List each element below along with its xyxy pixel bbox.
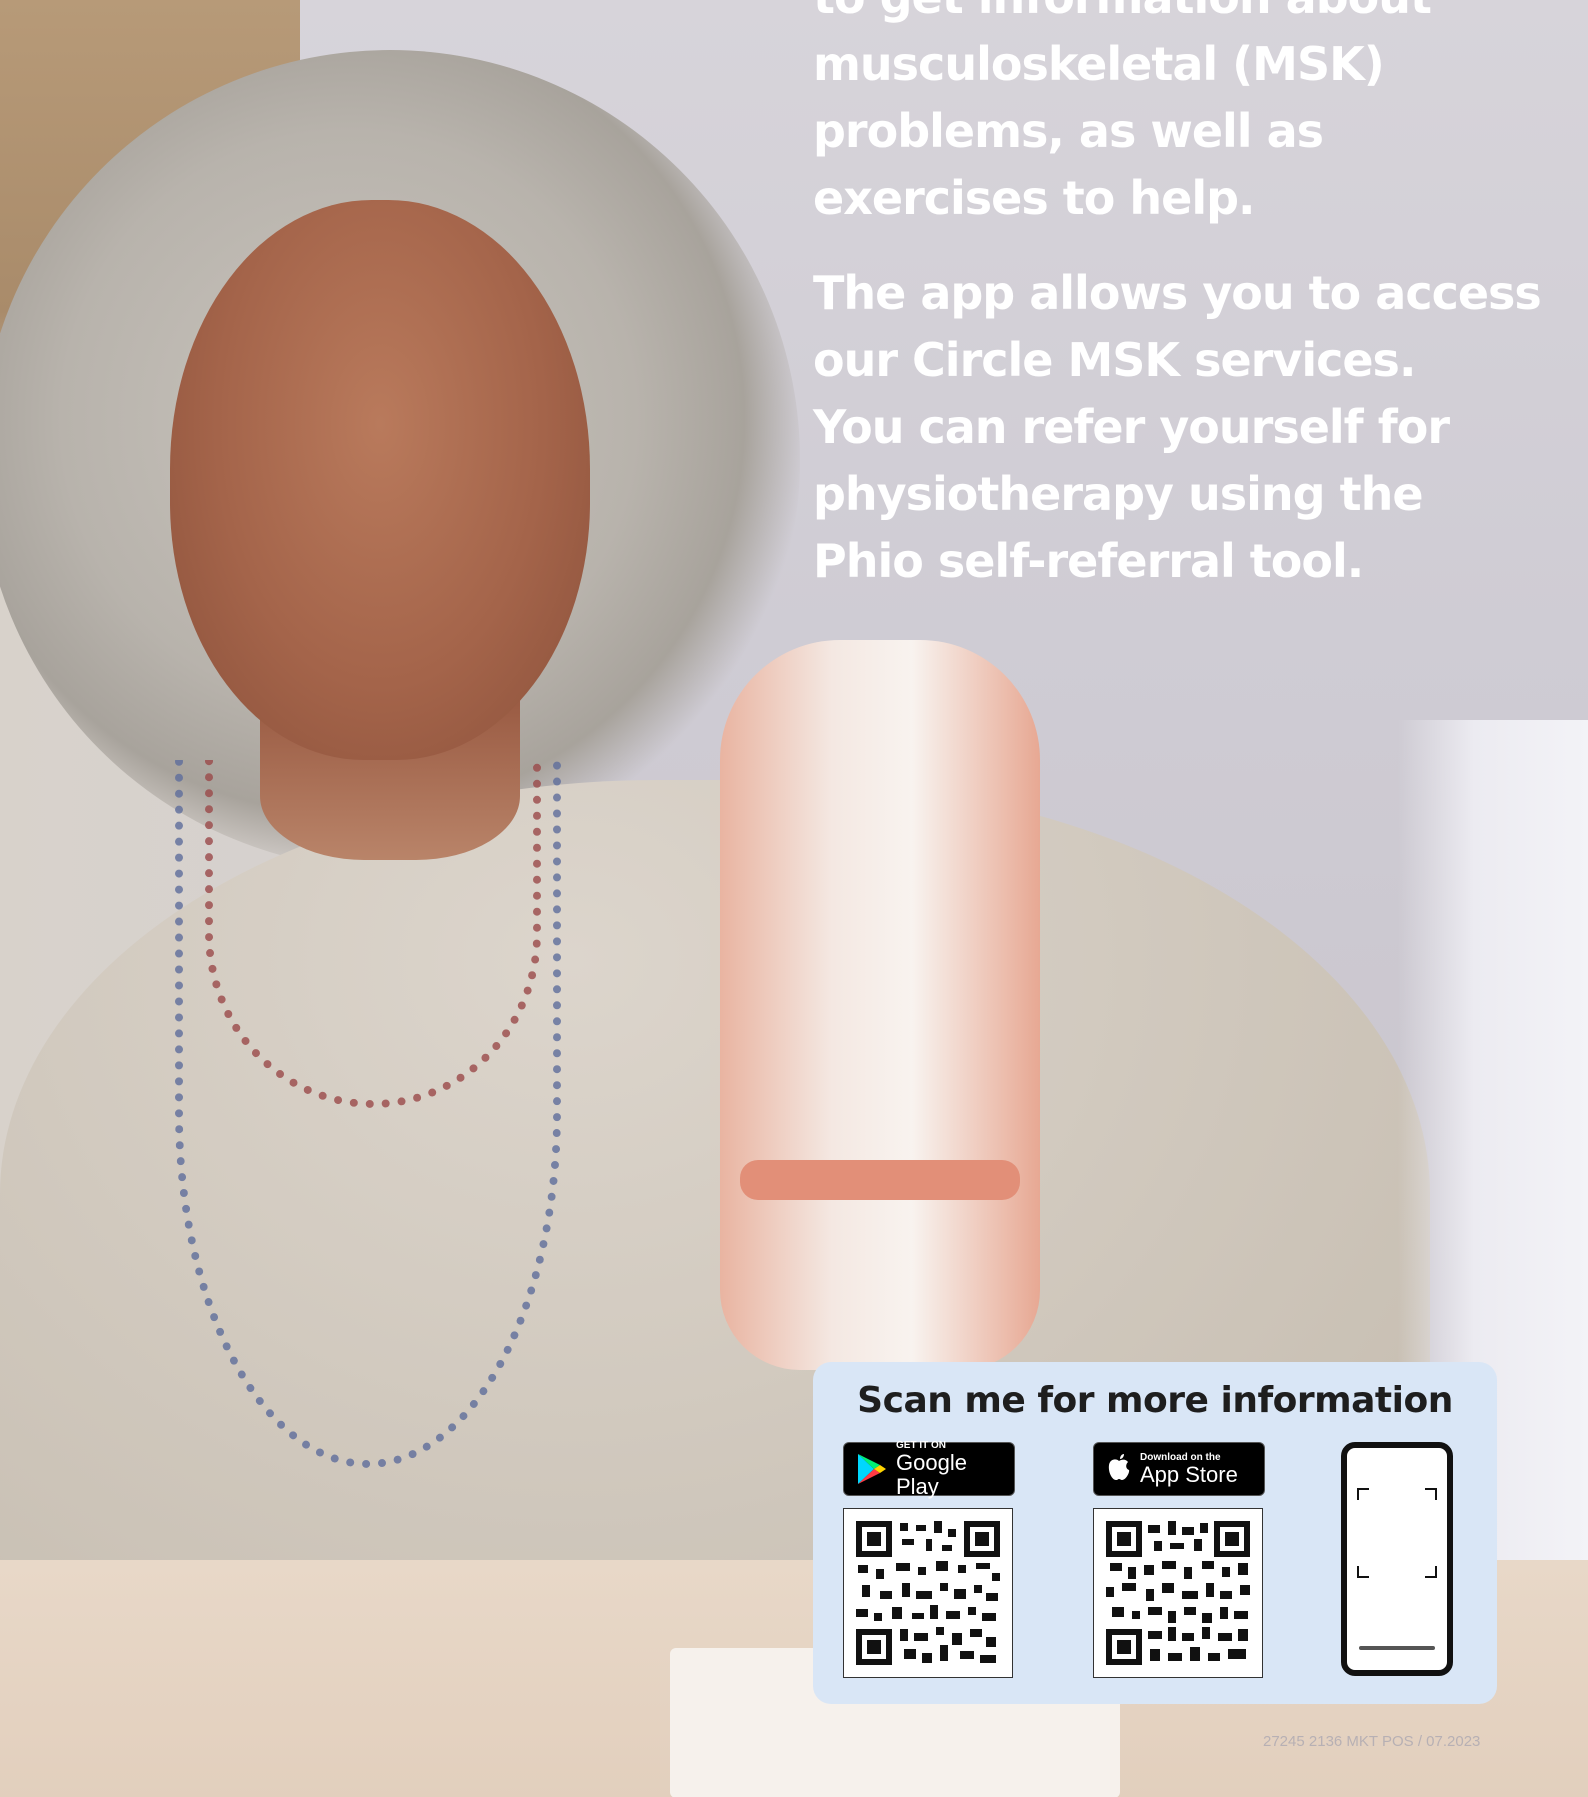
body-copy: to get information about musculoskeletal… bbox=[813, 0, 1553, 623]
google-play-icon bbox=[856, 1452, 888, 1491]
bead-necklace-short bbox=[205, 760, 541, 1108]
google-play-small: GET IT ON bbox=[896, 1439, 946, 1451]
scan-corner-icon bbox=[1357, 1488, 1369, 1500]
scan-corner-icon bbox=[1425, 1566, 1437, 1578]
app-store-small: Download on the bbox=[1140, 1451, 1221, 1463]
para2-line-2: our Circle MSK services. bbox=[813, 333, 1416, 387]
knee-model bbox=[720, 640, 1040, 1370]
para2-line-3: You can refer yourself for bbox=[813, 400, 1450, 454]
app-store-badge[interactable]: Download on the App Store bbox=[1093, 1442, 1265, 1496]
para1-line-1: to get information about bbox=[813, 0, 1432, 24]
phone-home-bar bbox=[1359, 1646, 1435, 1650]
reference-code: 27245 2136 MKT POS / 07.2023 bbox=[1263, 1733, 1481, 1750]
para2-line-4: physiotherapy using the bbox=[813, 467, 1424, 521]
app-store-big: App Store bbox=[1140, 1461, 1238, 1487]
apple-icon bbox=[1106, 1452, 1132, 1489]
google-play-big: Google Play bbox=[896, 1449, 967, 1499]
para1-line-3: problems, as well as bbox=[813, 104, 1324, 158]
scan-panel: Scan me for more information GET IT ON G… bbox=[813, 1362, 1497, 1704]
paragraph-1: to get information about musculoskeletal… bbox=[813, 0, 1553, 232]
scan-corner-icon bbox=[1357, 1566, 1369, 1578]
woman-face bbox=[170, 200, 590, 760]
para2-line-1: The app allows you to access bbox=[813, 266, 1542, 320]
paragraph-2: The app allows you to access our Circle … bbox=[813, 260, 1553, 595]
scan-corner-icon bbox=[1425, 1488, 1437, 1500]
para1-line-4: exercises to help. bbox=[813, 171, 1255, 225]
google-play-qr-code[interactable] bbox=[843, 1508, 1013, 1678]
para1-line-2: musculoskeletal (MSK) bbox=[813, 37, 1385, 91]
google-play-badge[interactable]: GET IT ON Google Play bbox=[843, 1439, 1015, 1499]
phone-scan-icon bbox=[1341, 1442, 1453, 1676]
scan-panel-title: Scan me for more information bbox=[857, 1380, 1453, 1421]
app-store-qr-code[interactable] bbox=[1093, 1508, 1263, 1678]
para2-line-5: Phio self-referral tool. bbox=[813, 534, 1364, 588]
knee-joint-gap bbox=[740, 1160, 1020, 1200]
